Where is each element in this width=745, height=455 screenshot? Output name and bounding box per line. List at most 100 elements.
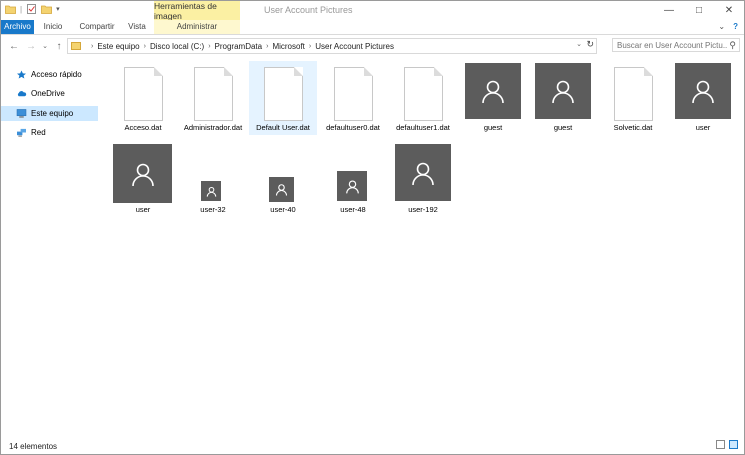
- qat-dropdown-icon[interactable]: ▾: [56, 5, 60, 13]
- chevron-right-icon[interactable]: ›: [144, 43, 146, 50]
- tab-vista[interactable]: Vista: [125, 20, 149, 34]
- address-dropdown-icon[interactable]: ⌄: [576, 40, 582, 48]
- file-item-administrador-dat[interactable]: Administrador.dat: [179, 61, 247, 135]
- file-name: guest: [553, 123, 573, 132]
- user-avatar-icon: [395, 144, 451, 201]
- file-item-acceso-dat[interactable]: Acceso.dat: [109, 61, 177, 135]
- title-bar: | ▾ Herramientas de imagen User Account …: [1, 1, 744, 21]
- up-arrow-icon[interactable]: ↑: [53, 38, 65, 54]
- properties-icon[interactable]: [26, 4, 37, 14]
- minimize-icon[interactable]: —: [654, 1, 684, 20]
- chevron-right-icon[interactable]: ›: [266, 43, 268, 50]
- file-item-user-32[interactable]: user-32: [179, 143, 247, 217]
- user-avatar-icon: [675, 63, 731, 119]
- file-name: Administrador.dat: [183, 123, 243, 132]
- file-item-user[interactable]: user: [669, 61, 737, 135]
- file-name: user-32: [200, 205, 226, 214]
- network-icon: [17, 128, 26, 137]
- sidebar-item-label: Acceso rápido: [31, 70, 82, 79]
- folder-icon: [71, 42, 81, 50]
- file-item-user-192[interactable]: user-192: [389, 143, 457, 217]
- user-avatar-icon: [337, 171, 367, 201]
- file-name: guest: [483, 123, 503, 132]
- maximize-icon[interactable]: □: [684, 1, 714, 20]
- window-controls: — □ ✕: [654, 1, 744, 20]
- document-icon: [194, 67, 233, 121]
- breadcrumb-microsoft[interactable]: Microsoft: [272, 42, 304, 51]
- file-name: user-192: [408, 205, 438, 214]
- large-icons-view-icon[interactable]: [729, 440, 738, 449]
- sidebar-item-acceso-rapido[interactable]: Acceso rápido: [1, 67, 98, 82]
- sidebar-item-onedrive[interactable]: OneDrive: [1, 86, 98, 101]
- sidebar-item-label: OneDrive: [31, 89, 65, 98]
- file-name: user: [695, 123, 711, 132]
- address-bar[interactable]: › Este equipo › Disco local (C:) › Progr…: [67, 38, 597, 54]
- breadcrumb-user-account-pictures[interactable]: User Account Pictures: [315, 42, 394, 51]
- chevron-right-icon[interactable]: ›: [208, 43, 210, 50]
- document-icon: [264, 67, 303, 121]
- ribbon-tabs: Archivo Inicio Compartir Vista Administr…: [1, 20, 744, 35]
- file-name: user: [135, 205, 151, 214]
- file-name: defaultuser1.dat: [396, 123, 450, 132]
- file-explorer-window: | ▾ Herramientas de imagen User Account …: [0, 0, 745, 455]
- user-avatar-icon: [201, 181, 221, 201]
- tab-administrar[interactable]: Administrar: [154, 20, 240, 34]
- tab-archivo[interactable]: Archivo: [1, 20, 34, 34]
- folder-icon[interactable]: [5, 4, 16, 14]
- computer-icon: [16, 109, 27, 118]
- document-icon: [124, 67, 163, 121]
- user-avatar-icon: [535, 63, 591, 119]
- breadcrumb-este-equipo[interactable]: Este equipo: [97, 42, 139, 51]
- chevron-right-icon[interactable]: ›: [309, 43, 311, 50]
- file-item-user-48[interactable]: user-48: [319, 143, 387, 217]
- search-input[interactable]: [617, 40, 727, 50]
- breadcrumb-disco-local[interactable]: Disco local (C:): [150, 42, 204, 51]
- file-name: user-48: [340, 205, 366, 214]
- search-box[interactable]: ⚲: [612, 38, 740, 52]
- breadcrumb: › Este equipo › Disco local (C:) › Progr…: [87, 42, 394, 51]
- breadcrumb-programdata[interactable]: ProgramData: [215, 42, 263, 51]
- user-avatar-icon: [269, 177, 294, 202]
- refresh-icon[interactable]: ↻: [586, 39, 594, 50]
- chevron-right-icon[interactable]: ›: [91, 43, 93, 50]
- file-name: user-40: [270, 205, 296, 214]
- file-name: Default User.dat: [256, 123, 310, 132]
- sidebar-item-label: Red: [31, 128, 46, 137]
- file-item-guest[interactable]: guest: [459, 61, 527, 135]
- user-avatar-icon: [465, 63, 521, 119]
- file-item-user[interactable]: user: [109, 143, 177, 217]
- view-toggle: [716, 440, 738, 449]
- close-icon[interactable]: ✕: [714, 1, 744, 20]
- user-avatar-icon: [113, 144, 172, 203]
- sidebar-item-red[interactable]: Red: [1, 125, 98, 140]
- file-item-solvetic-dat[interactable]: Solvetic.dat: [599, 61, 667, 135]
- quick-access-toolbar: | ▾: [5, 4, 60, 14]
- file-item-defaultuser1-dat[interactable]: defaultuser1.dat: [389, 61, 457, 135]
- tab-inicio[interactable]: Inicio: [39, 20, 67, 34]
- help-icon[interactable]: ?: [733, 22, 738, 31]
- status-item-count: 14 elementos: [9, 442, 58, 451]
- document-icon: [614, 67, 653, 121]
- sidebar-item-label: Este equipo: [31, 109, 74, 118]
- file-name: Acceso.dat: [124, 123, 162, 132]
- ribbon-right-controls: ⌄ ?: [718, 22, 738, 31]
- window-title: User Account Pictures: [264, 5, 353, 15]
- chevron-down-icon[interactable]: ⌄: [718, 22, 725, 31]
- file-item-defaultuser0-dat[interactable]: defaultuser0.dat: [319, 61, 387, 135]
- new-folder-icon[interactable]: [41, 4, 52, 14]
- details-view-icon[interactable]: [716, 440, 725, 449]
- context-tab-header: Herramientas de imagen: [154, 1, 240, 21]
- recent-locations-chevron-icon[interactable]: ⌄: [39, 38, 51, 54]
- navigation-row: ← → ⌄ ↑ › Este equipo › Disco local (C:)…: [1, 37, 744, 55]
- file-name: defaultuser0.dat: [326, 123, 380, 132]
- back-arrow-icon[interactable]: ←: [8, 38, 20, 54]
- tab-compartir[interactable]: Compartir: [77, 20, 117, 34]
- search-icon: ⚲: [729, 40, 736, 50]
- forward-arrow-icon[interactable]: →: [25, 38, 37, 54]
- file-item-default-user-dat[interactable]: Default User.dat: [249, 61, 317, 135]
- file-item-user-40[interactable]: user-40: [249, 143, 317, 217]
- sidebar-item-este-equipo[interactable]: Este equipo: [1, 106, 98, 121]
- file-item-guest[interactable]: guest: [529, 61, 597, 135]
- file-list: Acceso.dat Administrador.dat Default Use…: [103, 57, 743, 437]
- cloud-icon: [17, 91, 27, 97]
